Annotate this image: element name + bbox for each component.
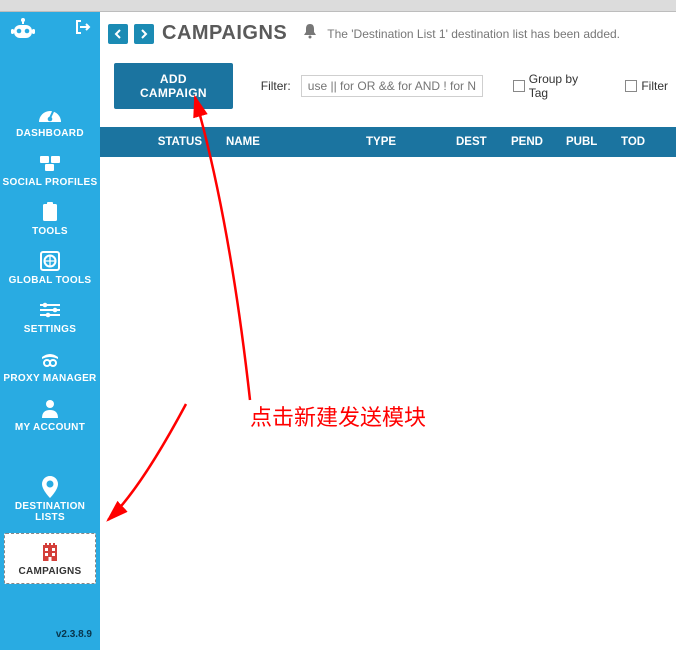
building-icon: [36, 540, 64, 564]
pin-icon: [36, 475, 64, 499]
gauge-icon: [36, 102, 64, 126]
profiles-icon: [36, 151, 64, 175]
col-pend[interactable]: PEND: [505, 136, 560, 148]
table-header: STATUS NAME TYPE DEST PEND PUBL TOD: [100, 127, 676, 157]
sidebar-item-my-account[interactable]: MY ACCOUNT: [0, 390, 100, 437]
sidebar-item-settings[interactable]: SETTINGS: [0, 292, 100, 339]
globe-icon: [36, 249, 64, 273]
col-dest[interactable]: DEST: [450, 136, 505, 148]
sidebar-item-social-profiles[interactable]: SOCIAL PROFILES: [0, 145, 100, 192]
logout-icon[interactable]: [74, 18, 92, 41]
page-title: CAMPAIGNS: [162, 22, 287, 45]
bell-icon: [303, 23, 317, 44]
nav-prev-button[interactable]: [108, 24, 128, 44]
sidebar-item-label: DASHBOARD: [16, 128, 84, 139]
col-type[interactable]: TYPE: [360, 136, 450, 148]
sidebar-item-label: PROXY MANAGER: [3, 373, 96, 384]
user-icon: [36, 396, 64, 420]
col-tod[interactable]: TOD: [615, 136, 676, 148]
filter-checkbox-label: Filter: [641, 79, 668, 93]
table-body: [100, 157, 676, 650]
filter-checkbox[interactable]: Filter: [625, 79, 668, 93]
sidebar-item-label: DESTINATION LISTS: [0, 501, 100, 523]
col-name[interactable]: NAME: [220, 136, 360, 148]
add-campaign-button[interactable]: ADD CAMPAIGN: [114, 63, 233, 109]
sidebar-item-label: TOOLS: [32, 226, 68, 237]
sidebar-item-label: SOCIAL PROFILES: [3, 177, 98, 188]
sidebar-item-proxy-manager[interactable]: PROXY MANAGER: [0, 341, 100, 388]
version-label: v2.3.8.9: [0, 623, 100, 650]
clipboard-icon: [36, 200, 64, 224]
nav-next-button[interactable]: [134, 24, 154, 44]
col-status[interactable]: STATUS: [100, 136, 220, 148]
notification-text: The 'Destination List 1' destination lis…: [327, 27, 620, 41]
title-bar: CAMPAIGNS The 'Destination List 1' desti…: [100, 12, 676, 49]
filter-label: Filter:: [261, 79, 291, 93]
group-by-tag-label: Group by Tag: [529, 72, 596, 100]
sidebar-item-label: CAMPAIGNS: [18, 566, 81, 577]
sliders-icon: [36, 298, 64, 322]
col-publ[interactable]: PUBL: [560, 136, 615, 148]
sidebar-item-label: GLOBAL TOOLS: [9, 275, 92, 286]
sidebar-item-campaigns[interactable]: CAMPAIGNS: [4, 533, 96, 584]
main-panel: CAMPAIGNS The 'Destination List 1' desti…: [100, 12, 676, 650]
sidebar: DASHBOARD SOCIAL PROFILES TOOLS GLOBAL T…: [0, 12, 100, 650]
checkbox-icon: [625, 80, 637, 92]
browser-tabs: [0, 0, 676, 12]
sidebar-nav: DASHBOARD SOCIAL PROFILES TOOLS GLOBAL T…: [0, 96, 100, 584]
sidebar-item-tools[interactable]: TOOLS: [0, 194, 100, 241]
sidebar-item-dashboard[interactable]: DASHBOARD: [0, 96, 100, 143]
robot-icon: [8, 16, 38, 42]
sidebar-item-destination-lists[interactable]: DESTINATION LISTS: [0, 469, 100, 527]
checkbox-icon: [513, 80, 524, 92]
toolbar: ADD CAMPAIGN Filter: Group by Tag Filter: [100, 49, 676, 127]
sidebar-item-label: MY ACCOUNT: [15, 422, 85, 433]
sidebar-item-global-tools[interactable]: GLOBAL TOOLS: [0, 243, 100, 290]
filter-input[interactable]: [301, 75, 484, 97]
group-by-tag-checkbox[interactable]: Group by Tag: [513, 72, 595, 100]
sidebar-item-label: SETTINGS: [24, 324, 76, 335]
spy-icon: [36, 347, 64, 371]
